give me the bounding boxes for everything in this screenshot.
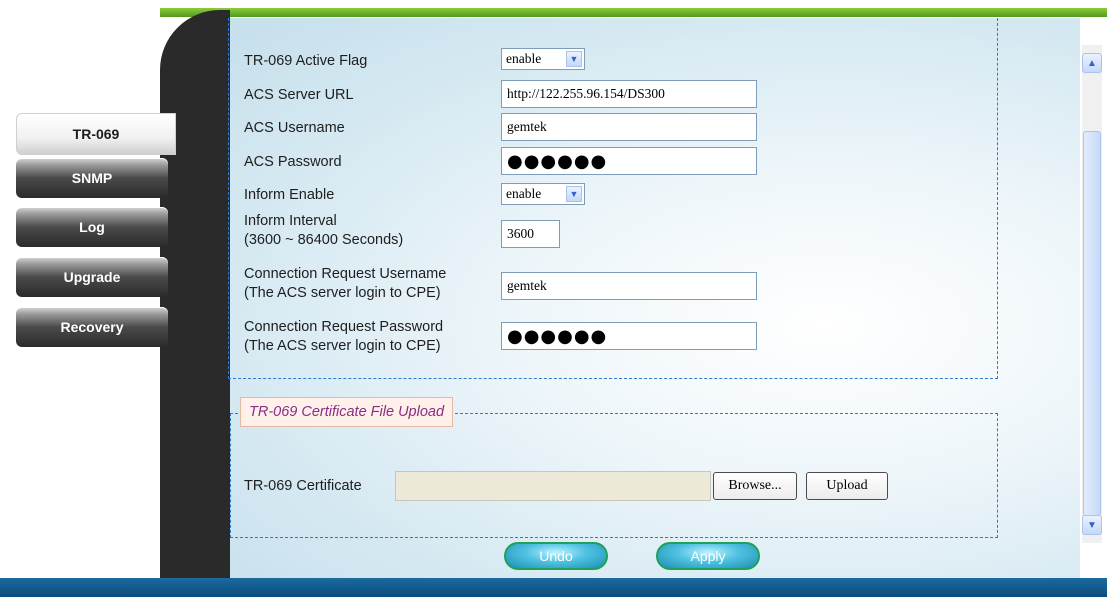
undo-button[interactable]: Undo — [504, 542, 608, 570]
top-accent-line — [160, 8, 1107, 17]
acs-url-label: ACS Server URL — [244, 87, 354, 103]
chevron-down-icon: ▼ — [566, 186, 582, 202]
sidebar-item-upgrade[interactable]: Upgrade — [16, 257, 168, 297]
certificate-upload-legend: TR-069 Certificate File Upload — [240, 397, 454, 427]
inform-enable-value: enable — [506, 186, 542, 201]
sidebar-item-log[interactable]: Log — [16, 207, 168, 247]
conn-req-password-label-line2: (The ACS server login to CPE) — [244, 338, 441, 354]
sidebar-item-recovery[interactable]: Recovery — [16, 307, 168, 347]
conn-req-password-label-line1: Connection Request Password — [244, 319, 444, 335]
acs-password-input[interactable]: ●●●●●● — [501, 147, 757, 175]
acs-url-value: http://122.255.96.154/DS300 — [507, 86, 665, 101]
acs-username-value: gemtek — [507, 119, 547, 134]
inform-interval-value: 3600 — [507, 226, 534, 241]
acs-password-value: ●●●●●● — [507, 150, 608, 172]
sidebar-item-label: TR-069 — [72, 126, 120, 142]
inform-interval-label-line1: Inform Interval — [244, 213, 337, 229]
acs-username-label: ACS Username — [244, 120, 345, 136]
certificate-label: TR-069 Certificate — [244, 478, 362, 494]
inform-interval-label: Inform Interval (3600 ~ 86400 Seconds) — [244, 212, 403, 250]
conn-req-password-label: Connection Request Password (The ACS ser… — [244, 318, 443, 356]
sidebar-item-label: SNMP — [71, 170, 113, 186]
bottom-bar — [0, 578, 1107, 597]
chevron-down-icon[interactable]: ▼ — [1082, 515, 1102, 535]
inform-enable-label: Inform Enable — [244, 187, 335, 203]
scrollbar-thumb[interactable] — [1083, 131, 1101, 516]
conn-req-username-label-line1: Connection Request Username — [244, 266, 447, 282]
inform-interval-label-line2: (3600 ~ 86400 Seconds) — [244, 232, 404, 248]
conn-req-username-label-line2: (The ACS server login to CPE) — [244, 285, 441, 301]
sidebar-item-tr069[interactable]: TR-069 — [16, 113, 176, 155]
active-flag-label: TR-069 Active Flag — [244, 53, 368, 69]
conn-req-password-value: ●●●●●● — [507, 325, 608, 347]
conn-req-password-input[interactable]: ●●●●●● — [501, 322, 757, 350]
sidebar-item-label: Log — [79, 219, 105, 235]
conn-req-username-label: Connection Request Username (The ACS ser… — [244, 265, 446, 303]
inform-interval-input[interactable]: 3600 — [501, 220, 560, 248]
chevron-up-icon[interactable]: ▲ — [1082, 53, 1102, 73]
certificate-file-input[interactable] — [395, 471, 711, 501]
vertical-scrollbar[interactable]: ▲ ▼ — [1082, 45, 1102, 543]
inform-enable-select[interactable]: enable ▼ — [501, 183, 585, 205]
dark-frame-column — [160, 88, 230, 580]
chevron-down-icon: ▼ — [566, 51, 582, 67]
sidebar-item-label: Recovery — [60, 319, 124, 335]
acs-password-label: ACS Password — [244, 154, 342, 170]
acs-username-input[interactable]: gemtek — [501, 113, 757, 141]
apply-button[interactable]: Apply — [656, 542, 760, 570]
browse-button[interactable]: Browse... — [713, 472, 797, 500]
sidebar-item-label: Upgrade — [63, 269, 121, 285]
upload-button[interactable]: Upload — [806, 472, 888, 500]
acs-url-input[interactable]: http://122.255.96.154/DS300 — [501, 80, 757, 108]
conn-req-username-value: gemtek — [507, 278, 547, 293]
sidebar-item-snmp[interactable]: SNMP — [16, 158, 168, 198]
active-flag-select[interactable]: enable ▼ — [501, 48, 585, 70]
active-flag-value: enable — [506, 51, 542, 66]
conn-req-username-input[interactable]: gemtek — [501, 272, 757, 300]
